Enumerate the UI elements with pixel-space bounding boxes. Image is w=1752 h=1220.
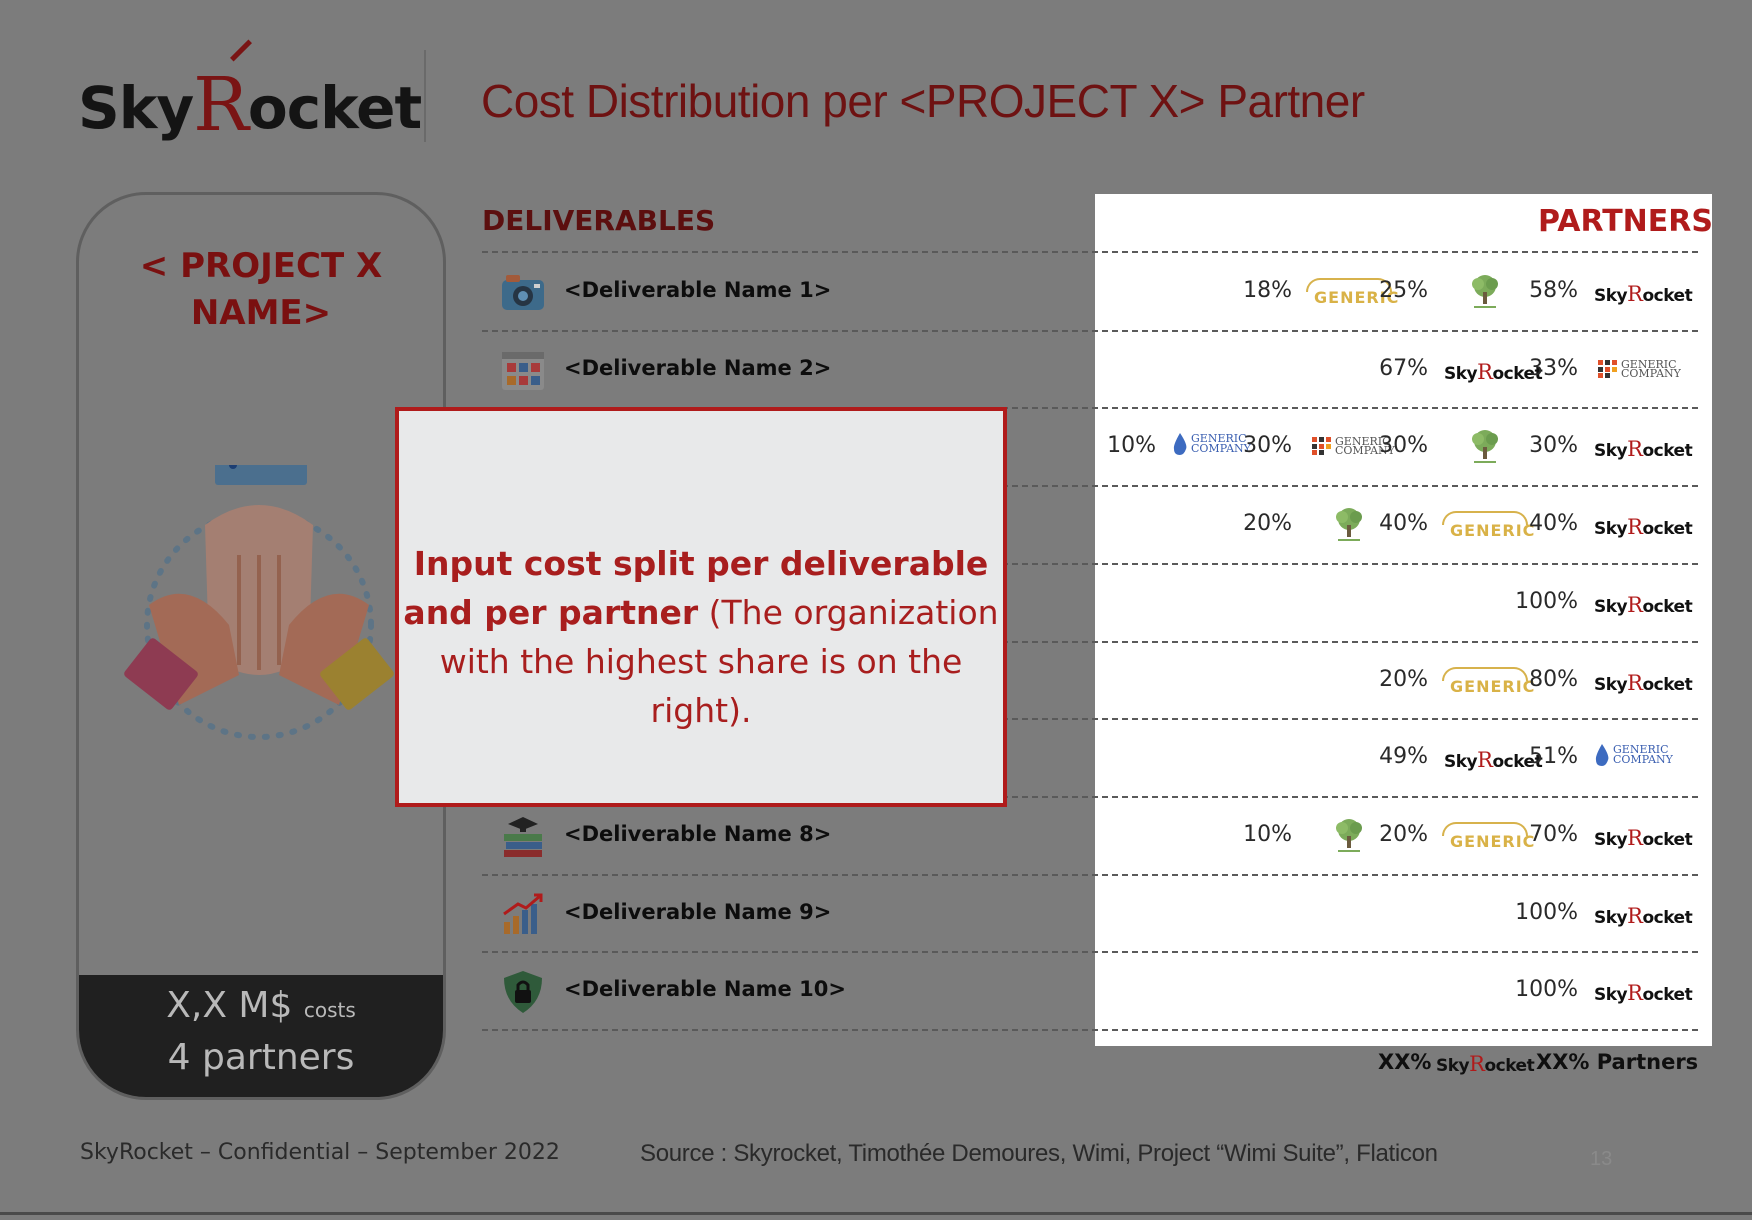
instruction-callout: Input cost split per deliverable and per… [395,407,1007,807]
deliverable-name: <Deliverable Name 10> [564,977,846,1002]
generic-blocks-company-logo: GENERIC COMPANY [1598,359,1681,379]
skyrocket-logo-small: SkyRocket [1594,825,1693,850]
table-row: <Deliverable Name 10> 100% SkyRocket [0,957,1752,1027]
growth-chart-icon [503,893,543,934]
skyrocket-logo-small: SkyRocket [1594,437,1693,462]
skyrocket-logo-small: SkyRocket [1436,1052,1535,1076]
table-divider [482,251,1698,253]
partner-logo: SkyRocket [1590,894,1693,934]
partner-logo: GENERIC COMPANY [1590,738,1680,778]
skyrocket-logo-small: SkyRocket [1594,903,1693,928]
books-icon [504,816,542,857]
project-partner-count: 4 partners [167,1037,355,1078]
partner-logo: SkyRocket [1590,272,1693,312]
camera-icon [502,275,544,310]
partner-share-percent: 100% [1515,899,1578,925]
skyrocket-logo-small: SkyRocket [1594,981,1693,1006]
partner-share-percent: 10% [1243,821,1292,847]
partner-share-percent: 30% [1243,433,1292,459]
deliverable-name: <Deliverable Name 9> [564,899,832,924]
skyrocket-logo-small: SkyRocket [1594,282,1693,306]
partner-share-percent: 18% [1243,278,1292,303]
partner-share-percent: 30% [1529,433,1578,459]
partner-logo: SkyRocket [1590,661,1693,701]
skyrocket-logo-small: SkyRocket [1594,592,1693,617]
partner-share-percent: 10% [1107,433,1156,459]
partner-share-percent: 33% [1529,355,1578,381]
partner-logo: GENERIC COMPANY [1590,350,1681,390]
security-shield-icon [504,971,542,1014]
generic-tree-company-logo [1472,430,1498,464]
partner-share-percent: 100% [1515,588,1578,614]
table-divider [482,1029,1698,1031]
partner-share-percent: 49% [1379,744,1428,770]
skyrocket-logo-small: SkyRocket [1594,515,1693,540]
partner-share-percent: 40% [1529,511,1578,537]
partner-share-percent: 20% [1379,666,1428,692]
partner-share-percent: 20% [1379,821,1428,847]
deliverables-heading: DELIVERABLES [482,204,716,237]
table-divider [482,329,1698,332]
deliverable-name: <Deliverable Name 1> [564,278,832,302]
confidential-footer: SkyRocket – Confidential – September 202… [80,1140,560,1165]
header-divider [424,50,426,142]
partner-logo: SkyRocket [1590,505,1693,545]
partner-share-percent: 67% [1379,355,1428,381]
generic-drop-company-logo: GENERIC COMPANY [1594,744,1673,767]
table-row: <Deliverable Name 1> 18% GENERIC 25% 58% SkyR… [0,258,1752,328]
total-partners-share: XX% Partners [1536,1050,1699,1074]
skyrocket-logo: SkyRocket [78,39,422,148]
logo-tick [230,39,252,62]
partner-share-percent: 100% [1515,977,1578,1003]
bottom-rule [0,1212,1752,1215]
deliverable-name: <Deliverable Name 8> [564,821,832,846]
partner-logo: SkyRocket [1590,583,1693,623]
table-divider [482,873,1698,876]
partner-share-percent: 80% [1529,666,1578,692]
page-number: 13 [1590,1148,1613,1170]
partner-logo: SkyRocket [1590,971,1693,1011]
deliverable-name: <Deliverable Name 2> [564,355,832,380]
table-divider [482,951,1698,954]
dashboard-icon [502,351,544,390]
partner-share-percent: 58% [1529,278,1578,303]
generic-tree-company-logo [1472,275,1498,308]
table-row: <Deliverable Name 8> 10% 20% GENERIC 70% SkyR… [0,802,1752,872]
partner-share-percent: 51% [1529,744,1578,770]
skyrocket-logo-small: SkyRocket [1594,670,1693,695]
total-skyrocket-share: XX% [1378,1050,1432,1074]
partners-heading: PARTNERS [1538,204,1713,239]
logo-wordmark: SkyRocket [78,62,422,148]
source-footer: Source : Skyrocket, Timothée Demoures, W… [640,1140,1438,1167]
partner-share-percent: 70% [1529,821,1578,847]
page-title: Cost Distribution per <PROJECT X> Partne… [481,75,1365,127]
partner-share-percent: 25% [1379,278,1428,303]
table-row: <Deliverable Name 2> 67% SkyRocket 33% GENER… [0,336,1752,406]
partner-logo: SkyRocket [1590,427,1693,467]
partner-logo: SkyRocket [1590,816,1693,856]
partner-share-percent: 20% [1243,511,1292,537]
table-row: <Deliverable Name 9> 100% SkyRocket [0,880,1752,950]
instruction-text: Input cost split per deliverable and per… [403,544,999,730]
partner-share-percent: 40% [1379,511,1428,537]
partner-share-percent: 30% [1379,433,1428,459]
